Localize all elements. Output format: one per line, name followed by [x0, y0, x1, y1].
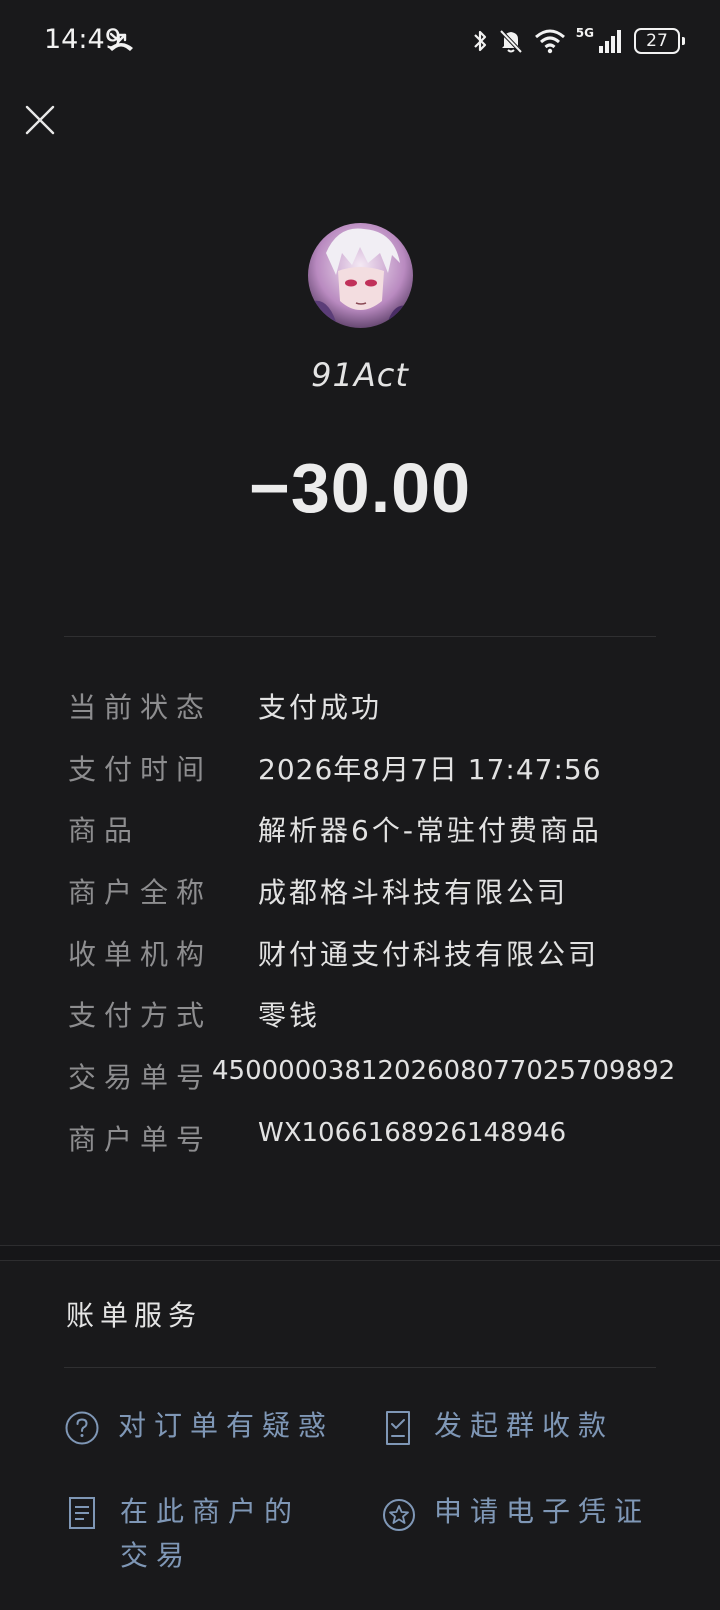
divider — [64, 1367, 656, 1368]
battery-icon: 27 — [634, 28, 685, 54]
detail-label: 商户单号 — [68, 1122, 213, 1156]
detail-row-product: 商品 解析器6个-常驻付费商品 — [68, 809, 668, 871]
signal-icon — [599, 30, 621, 53]
transaction-details: 当前状态 支付成功 支付时间 2026年8月7日 17:47:56 商品 解析器… — [68, 686, 675, 1180]
service-label: 申请电子凭证 — [434, 1495, 651, 1528]
detail-value: 成都格斗科技有限公司 — [258, 876, 569, 910]
detail-label: 商户全称 — [68, 876, 213, 910]
detail-label: 当前状态 — [68, 691, 213, 724]
detail-value: 解析器6个-常驻付费商品 — [258, 814, 602, 848]
detail-label: 收单机构 — [68, 937, 213, 971]
status-bar: 14:49 5G 27 — [0, 0, 720, 84]
merchant-avatar — [308, 223, 413, 328]
question-circle-icon — [65, 1411, 99, 1445]
checklist-icon — [386, 1411, 410, 1445]
payment-amount: −30.00 — [248, 449, 472, 527]
section-separator — [0, 1245, 720, 1261]
detail-value: 零钱 — [258, 999, 321, 1033]
detail-label: 支付时间 — [68, 752, 213, 786]
mute-bell-icon — [499, 29, 523, 54]
e-voucher-button[interactable]: 申请电子凭证 — [382, 1490, 650, 1534]
star-badge-icon — [383, 1499, 415, 1531]
detail-value: 财付通支付科技有限公司 — [258, 937, 600, 971]
detail-row-method: 支付方式 零钱 — [68, 994, 668, 1056]
network-type: 5G — [575, 26, 594, 40]
bluetooth-icon — [474, 30, 486, 52]
battery-level: 27 — [646, 30, 668, 51]
detail-value: 支付成功 — [258, 691, 383, 724]
service-label: 发起群收款 — [434, 1409, 615, 1442]
detail-row-status: 当前状态 支付成功 — [68, 686, 668, 748]
transaction-id[interactable]: 4500000381202608077025709892 — [212, 1056, 675, 1086]
order-question-button[interactable]: 对订单有疑惑 — [64, 1404, 334, 1448]
detail-row-acquirer: 收单机构 财付通支付科技有限公司 — [68, 933, 668, 995]
detail-row-transaction-id: 交易单号 4500000381202608077025709892 — [68, 1056, 675, 1118]
detail-label: 支付方式 — [68, 999, 213, 1033]
detail-row-merchant-order: 商户单号 WX1066168926148946 — [68, 1118, 668, 1180]
merchant-order-id[interactable]: WX1066168926148946 — [258, 1118, 566, 1148]
detail-value: 2026年8月7日 17:47:56 — [258, 752, 602, 786]
detail-row-time: 支付时间 2026年8月7日 17:47:56 — [68, 748, 668, 810]
wifi-icon — [534, 29, 565, 54]
divider — [64, 636, 656, 637]
status-icons: 5G 27 — [472, 26, 685, 56]
service-label: 对订单有疑惑 — [118, 1409, 335, 1442]
merchant-name: 91Act — [311, 356, 409, 394]
detail-row-merchant: 商户全称 成都格斗科技有限公司 — [68, 871, 668, 933]
document-icon — [69, 1497, 95, 1529]
service-label: 在此商户的交易 — [120, 1495, 301, 1572]
close-button[interactable] — [24, 104, 56, 136]
missed-call-icon — [109, 32, 133, 51]
services-title: 账单服务 — [66, 1299, 203, 1332]
detail-label: 交易单号 — [68, 1061, 213, 1095]
merchant-transactions-button[interactable]: 在此商户的交易 — [68, 1490, 328, 1578]
group-collection-button[interactable]: 发起群收款 — [384, 1404, 614, 1448]
detail-label: 商品 — [68, 814, 141, 848]
